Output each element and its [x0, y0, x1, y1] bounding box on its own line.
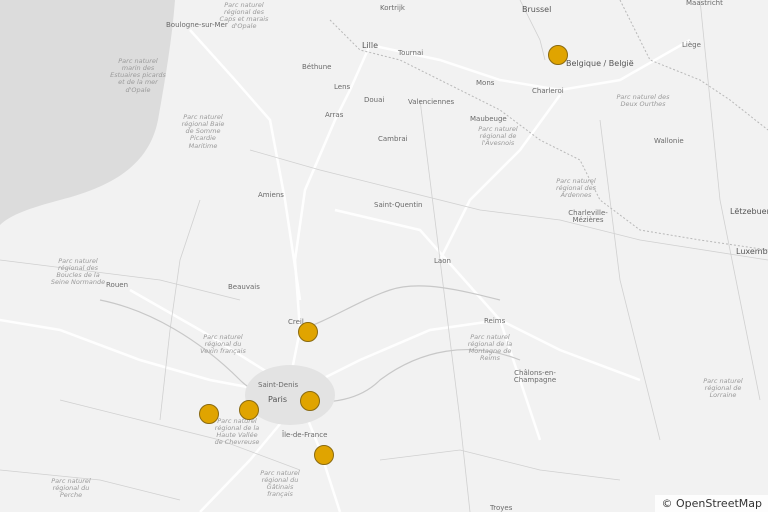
label-maastricht: Maastricht	[686, 0, 723, 7]
label-troyes: Troyes	[490, 504, 513, 512]
label-parc-gatinais: Parc naturel régional du Gâtinais frança…	[260, 469, 300, 499]
label-parc-vexin: Parc naturel régional du Vexin français	[200, 333, 246, 356]
sea-area	[0, 0, 175, 225]
label-laon: Laon	[434, 257, 451, 265]
map-marker-brussels-area[interactable]	[548, 45, 568, 65]
label-beauvais: Beauvais	[228, 283, 260, 291]
label-parc-montagne-reims: Parc naturel régional de la Montagne de …	[467, 333, 513, 363]
label-parc-avesnois: Parc naturel régional de l'Avesnois	[478, 125, 518, 148]
label-parc-estuaires: Parc naturel marin des Estuaires picards…	[110, 57, 166, 94]
label-parc-caps: Parc naturel régional des Caps et marais…	[219, 1, 269, 31]
map-marker-west-paris-inner[interactable]	[239, 400, 259, 420]
label-ile-de-france: Île-de-France	[282, 431, 328, 439]
label-mons: Mons	[476, 79, 495, 87]
map-marker-east-paris[interactable]	[300, 391, 320, 411]
label-reims: Reims	[484, 317, 506, 325]
label-luxembourg: Luxemb	[736, 247, 768, 256]
label-belgique: Belgique / België	[566, 59, 634, 68]
label-lens: Lens	[334, 83, 351, 91]
label-liege: Liège	[682, 41, 701, 49]
label-charleville: Charleville-Mézières	[568, 209, 608, 224]
label-rouen: Rouen	[106, 281, 129, 289]
label-wallonie: Wallonie	[654, 137, 684, 145]
label-cambrai: Cambrai	[378, 135, 408, 143]
label-parc-chevreuse: Parc naturel régional de la Haute Vallée…	[214, 417, 260, 447]
borders	[329, 0, 768, 251]
paris-urban-area	[245, 365, 335, 425]
label-parc-ardennes: Parc naturel régional des Ardennes	[555, 177, 597, 200]
map-marker-west-paris-outer[interactable]	[199, 404, 219, 424]
label-tournai: Tournai	[398, 49, 424, 57]
label-douai: Douai	[364, 96, 385, 104]
label-letzebuerg: Lëtzebuerg	[730, 207, 768, 216]
label-bethune: Béthune	[302, 63, 332, 71]
label-brussel: Brussel	[522, 5, 552, 14]
label-parc-perche: Parc naturel régional du Perche	[51, 477, 91, 500]
label-parc-lorraine: Parc naturel régional de Lorraine	[703, 377, 743, 400]
label-kortrijk: Kortrijk	[380, 4, 405, 12]
label-saint-quentin: Saint-Quentin	[374, 201, 423, 209]
label-charleroi: Charleroi	[532, 87, 564, 95]
label-parc-somme: Parc naturel régional Baie de Somme Pica…	[181, 113, 225, 150]
label-maubeuge: Maubeuge	[470, 115, 507, 123]
label-valenciennes: Valenciennes	[408, 98, 455, 106]
label-lille: Lille	[362, 41, 379, 50]
label-parc-famenne: Parc naturel des Deux Ourthes	[616, 93, 670, 109]
label-parc-boucles: Parc naturel régional des Boucles de la …	[50, 257, 106, 287]
map-marker-creil-area[interactable]	[298, 322, 318, 342]
label-paris: Paris	[268, 395, 288, 404]
map-marker-south-paris[interactable]	[314, 445, 334, 465]
label-arras: Arras	[325, 111, 344, 119]
label-amiens: Amiens	[258, 191, 284, 199]
label-chalons: Châlons-en-Champagne	[513, 369, 557, 384]
map-attribution[interactable]: © OpenStreetMap	[655, 495, 768, 512]
label-saint-denis: Saint-Denis	[258, 381, 299, 389]
